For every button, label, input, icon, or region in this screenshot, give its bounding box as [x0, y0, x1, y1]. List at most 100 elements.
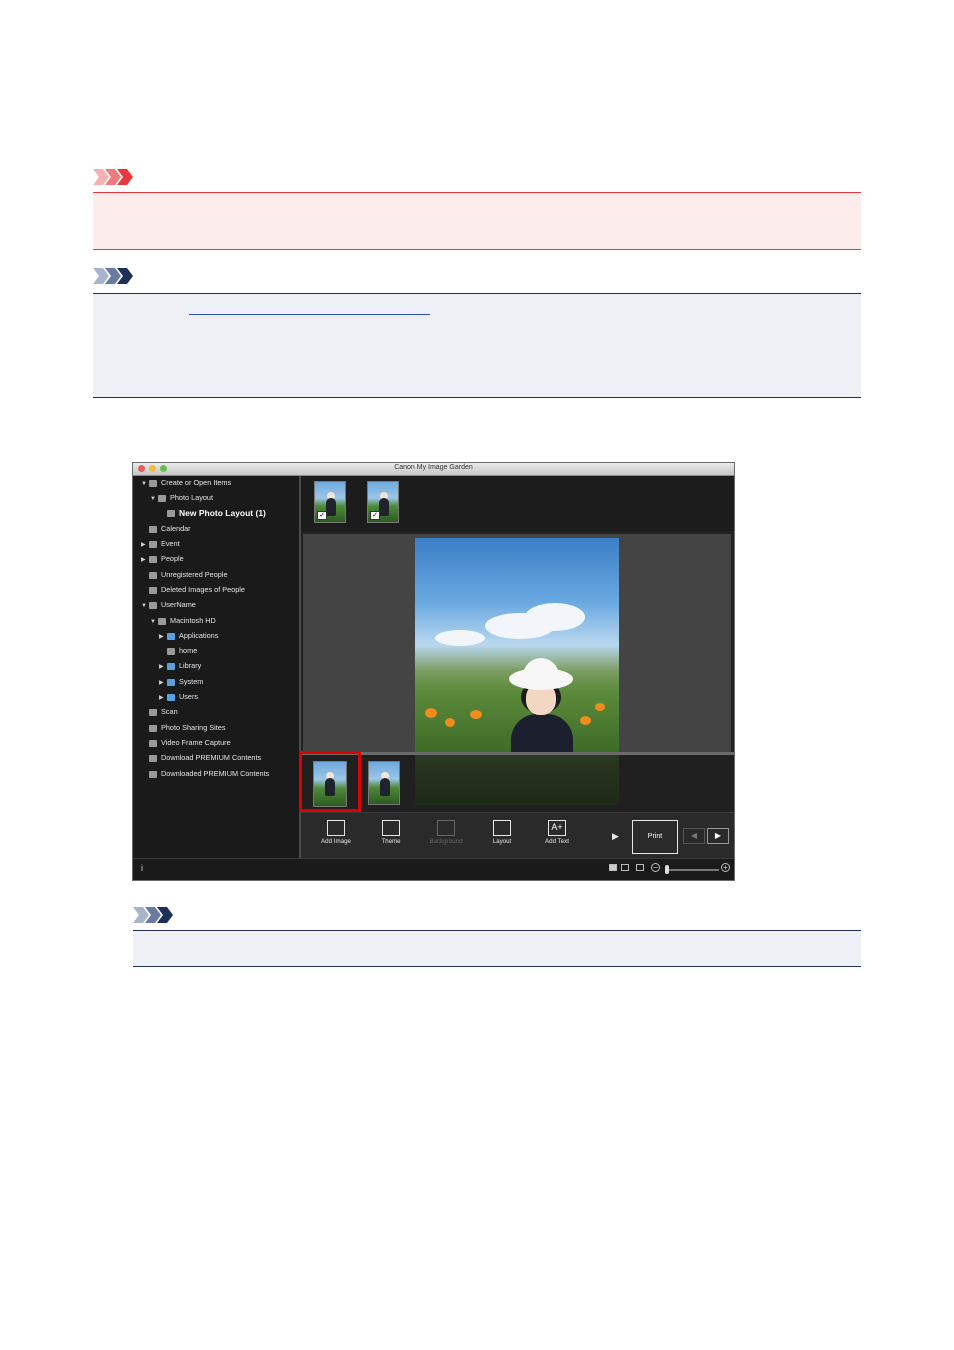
selected-image-thumbnail[interactable]: ✓ [367, 481, 399, 523]
note-icon [93, 268, 133, 284]
add-text-button[interactable]: A+ Add Text [535, 817, 579, 855]
sidebar-item-label: Macintosh HD [170, 616, 216, 625]
note-link-underline[interactable] [189, 314, 430, 315]
title-bar: Canon My Image Garden [133, 463, 734, 476]
zoom-in-icon[interactable]: + [721, 863, 730, 872]
expand-triangle-icon[interactable]: ▶ [159, 660, 167, 674]
expand-triangle-icon[interactable]: ▶ [141, 553, 149, 567]
sidebar-item-label: Downloaded PREMIUM Contents [161, 769, 270, 778]
selection-highlight-frame [299, 751, 361, 812]
sidebar-item-calendar[interactable]: Calendar [141, 522, 191, 536]
sidebar-item-label: UserName [161, 600, 196, 609]
sidebar-item-create-or-open-items[interactable]: ▼ Create or Open Items [141, 476, 231, 490]
sidebar-item-new-photo-layout[interactable]: New Photo Layout (1) [159, 506, 266, 520]
important-icon [93, 169, 133, 185]
create-items-icon [149, 479, 157, 487]
sidebar-item-people[interactable]: ▶ People [141, 552, 184, 566]
zoom-slider-knob[interactable] [665, 865, 669, 874]
folder-icon [167, 662, 175, 670]
add-text-label: Add Text [545, 838, 569, 845]
expand-triangle-icon[interactable]: ▶ [159, 676, 167, 690]
print-button[interactable]: Print [632, 820, 678, 854]
zoom-out-icon[interactable]: − [651, 863, 660, 872]
layout-icon [493, 820, 511, 836]
photo-layout-icon [158, 494, 166, 502]
sidebar-item-downloaded-premium-contents[interactable]: Downloaded PREMIUM Contents [141, 767, 269, 781]
sidebar-item-label: Scan [161, 707, 178, 716]
home-icon [167, 647, 175, 655]
video-frame-icon [149, 739, 157, 747]
people-icon [149, 555, 157, 563]
thumbnail-subject [380, 778, 390, 796]
sidebar-item-unregistered-people[interactable]: Unregistered People [141, 568, 228, 582]
checkbox-checked-icon[interactable]: ✓ [370, 511, 380, 520]
hard-drive-icon [158, 617, 166, 625]
expand-triangle-icon[interactable]: ▼ [150, 492, 158, 506]
folder-icon [167, 693, 175, 701]
computer-icon [149, 601, 157, 609]
sidebar-item-system[interactable]: ▶ System [159, 675, 203, 689]
theme-button[interactable]: Theme [369, 817, 413, 855]
edit-toolbar: Add Image Theme Background Layout A+ Add… [301, 812, 734, 859]
sidebar-item-label: Photo Layout [170, 493, 214, 502]
sidebar-item-macintosh-hd[interactable]: ▼ Macintosh HD [150, 614, 216, 628]
sidebar-item-applications[interactable]: ▶ Applications [159, 629, 218, 643]
sidebar-item-label: Photo Sharing Sites [161, 723, 226, 732]
background-label: Background [429, 838, 463, 845]
sidebar: ▼ Create or Open Items ▼ Photo Layout New … [133, 476, 301, 858]
add-text-icon: A+ [548, 820, 566, 836]
status-bar: i − + [133, 858, 734, 880]
sidebar-item-event[interactable]: ▶ Event [141, 537, 180, 551]
add-image-label: Add Image [321, 838, 351, 845]
sidebar-item-label: Create or Open Items [161, 478, 232, 487]
sidebar-item-photo-layout[interactable]: ▼ Photo Layout [150, 491, 213, 505]
folder-icon [167, 632, 175, 640]
selected-images-strip: ✓ ✓ [301, 476, 734, 531]
main-area: ✓ ✓ Add Image Theme Background Layout A+… [299, 476, 734, 859]
expand-triangle-icon[interactable]: ▶ [159, 691, 167, 705]
sidebar-item-label: Users [179, 692, 199, 701]
layout-photo[interactable] [415, 538, 619, 752]
expand-triangle-icon[interactable]: ▼ [141, 477, 149, 491]
layout-label: Layout [492, 838, 512, 845]
page-thumbnail[interactable] [368, 761, 400, 805]
fullscreen-icon[interactable] [636, 864, 644, 871]
sidebar-item-library[interactable]: ▶ Library [159, 659, 201, 673]
selected-image-thumbnail[interactable]: ✓ [314, 481, 346, 523]
sidebar-item-deleted-images-of-people[interactable]: Deleted Images of People [141, 583, 245, 597]
sidebar-item-label: People [161, 554, 184, 563]
checkbox-checked-icon[interactable]: ✓ [317, 511, 327, 520]
folder-icon [167, 678, 175, 686]
layout-button[interactable]: Layout [480, 817, 524, 855]
info-icon[interactable]: i [141, 863, 143, 873]
sidebar-item-video-frame-capture[interactable]: Video Frame Capture [141, 736, 231, 750]
sidebar-item-username[interactable]: ▼ UserName [141, 598, 196, 612]
sidebar-item-label: System [179, 677, 204, 686]
add-image-button[interactable]: Add Image [314, 817, 358, 855]
previous-page-button[interactable]: ◀ [683, 828, 705, 844]
sidebar-item-label: Library [179, 661, 202, 670]
zoom-slider[interactable] [665, 869, 719, 871]
expand-triangle-icon[interactable]: ▶ [159, 630, 167, 644]
sidebar-item-scan[interactable]: Scan [141, 705, 178, 719]
next-page-button[interactable]: ▶ [707, 828, 729, 844]
flower [580, 716, 591, 725]
sidebar-item-label: Video Frame Capture [161, 738, 231, 747]
sidebar-item-users[interactable]: ▶ Users [159, 690, 198, 704]
sidebar-item-photo-sharing-sites[interactable]: Photo Sharing Sites [141, 721, 226, 735]
unregistered-people-icon [149, 571, 157, 579]
add-image-icon [327, 820, 345, 836]
expand-triangle-icon[interactable]: ▼ [150, 615, 158, 629]
sidebar-item-download-premium-contents[interactable]: Download PREMIUM Contents [141, 751, 261, 765]
photo-sharing-icon [149, 724, 157, 732]
sidebar-item-home[interactable]: home [159, 644, 197, 658]
expand-triangle-icon[interactable]: ▼ [141, 599, 149, 613]
event-icon [149, 540, 157, 548]
expand-triangle-icon[interactable]: ▶ [141, 538, 149, 552]
background-button[interactable]: Background [424, 817, 468, 855]
page-filmstrip [299, 751, 734, 812]
more-tools-arrow-icon[interactable]: ▶ [612, 831, 619, 842]
sidebar-item-label: Unregistered People [161, 570, 228, 579]
single-view-icon[interactable] [609, 864, 617, 871]
grid-view-icon[interactable] [621, 864, 629, 871]
